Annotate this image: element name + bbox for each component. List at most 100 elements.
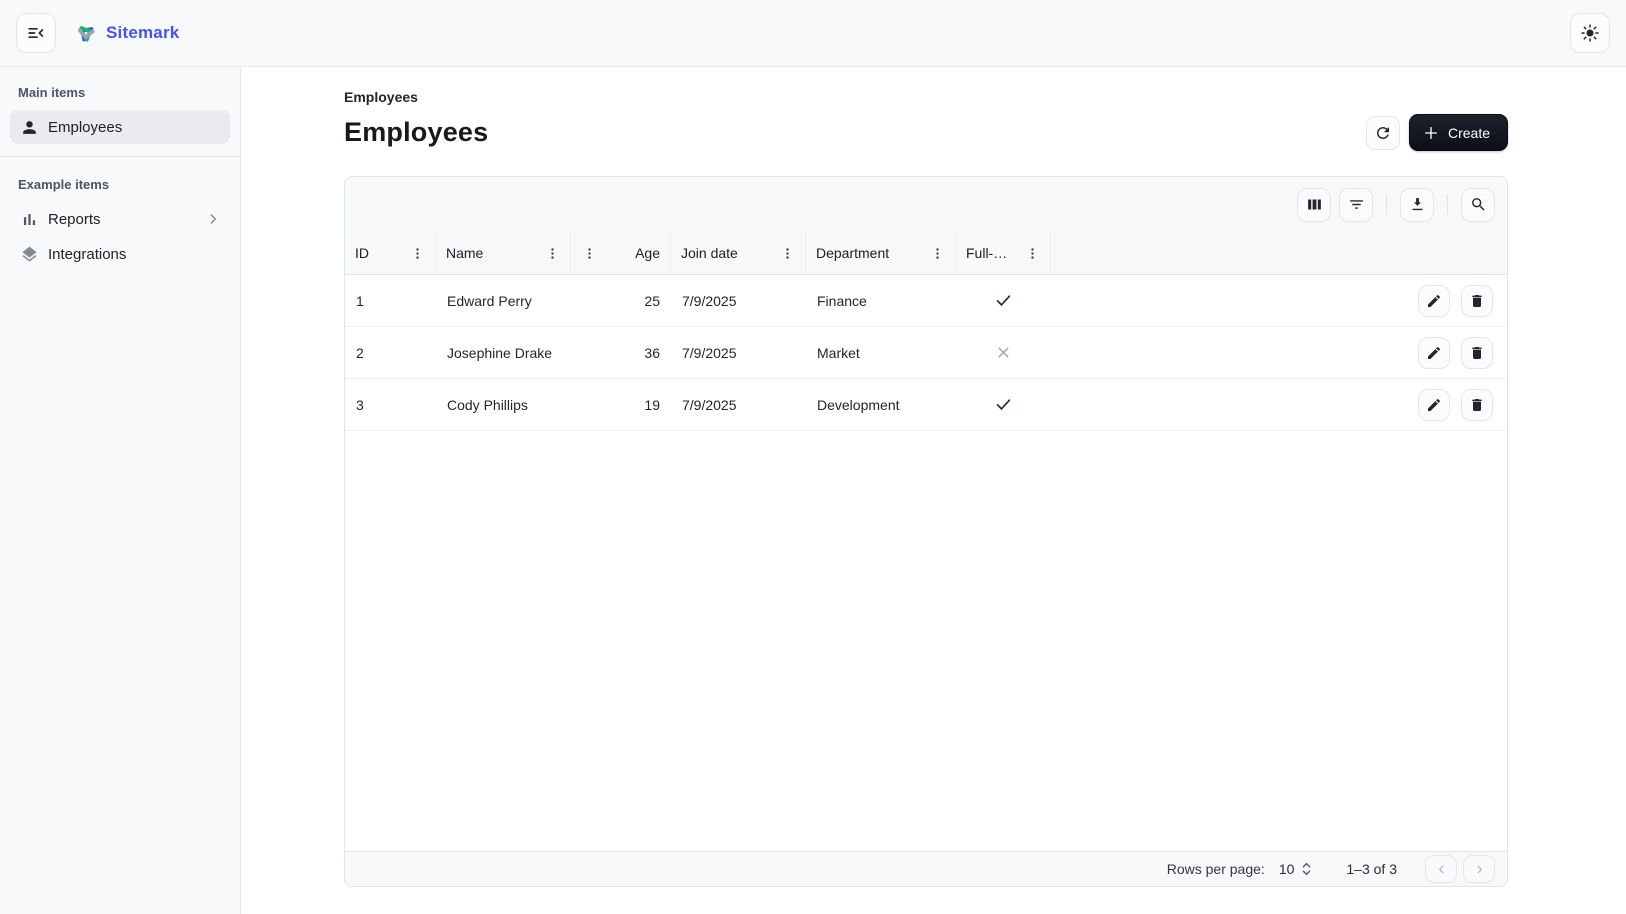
cell-join-date: 7/9/2025: [671, 379, 806, 430]
brand: Sitemark: [73, 20, 179, 46]
toolbar-divider: [1386, 195, 1387, 215]
previous-page-button[interactable]: [1425, 855, 1457, 883]
columns-icon: [1306, 196, 1323, 213]
export-button[interactable]: [1400, 188, 1434, 222]
person-icon: [20, 118, 39, 137]
columns-button[interactable]: [1297, 188, 1331, 222]
column-menu-icon[interactable]: [1024, 245, 1040, 261]
cell-join-date: 7/9/2025: [671, 327, 806, 378]
sun-icon: [1580, 23, 1600, 43]
check-icon: [994, 291, 1013, 310]
sidebar-item-integrations[interactable]: Integrations: [10, 237, 230, 271]
layers-icon: [20, 245, 39, 264]
main-content: Employees Employees: [241, 67, 1626, 914]
cell-name: Cody Phillips: [436, 379, 571, 430]
search-button[interactable]: [1461, 188, 1495, 222]
breadcrumb: Employees: [344, 89, 1508, 105]
pagination-range: 1–3 of 3: [1346, 861, 1397, 877]
cell-name: Edward Perry: [436, 275, 571, 326]
column-menu-icon[interactable]: [581, 245, 597, 261]
cell-actions: [1051, 275, 1507, 326]
delete-button[interactable]: [1461, 389, 1493, 421]
cell-department: Development: [806, 379, 956, 430]
column-header-label: Join date: [681, 245, 738, 261]
column-header-full-time[interactable]: Full-…: [956, 232, 1051, 274]
cell-id: 1: [345, 275, 436, 326]
cell-department: Market: [806, 327, 956, 378]
cell-full-time: [956, 379, 1051, 430]
theme-toggle-button[interactable]: [1570, 13, 1610, 53]
column-header-department[interactable]: Department: [806, 232, 956, 274]
spinner-icon: [1301, 861, 1312, 877]
cross-icon: [995, 344, 1012, 361]
column-header-label: Full-…: [966, 245, 1007, 261]
column-menu-icon[interactable]: [929, 245, 945, 261]
check-icon: [994, 395, 1013, 414]
table-row[interactable]: 2 Josephine Drake 36 7/9/2025 Market: [345, 327, 1507, 379]
table-row[interactable]: 1 Edward Perry 25 7/9/2025 Finance: [345, 275, 1507, 327]
sidebar-item-reports[interactable]: Reports: [10, 202, 230, 236]
column-header-name[interactable]: Name: [436, 232, 571, 274]
grid-header-row: ID Name: [345, 232, 1507, 275]
menu-toggle-button[interactable]: [16, 13, 56, 53]
edit-button[interactable]: [1418, 337, 1450, 369]
edit-button[interactable]: [1418, 285, 1450, 317]
column-menu-icon[interactable]: [409, 245, 425, 261]
sidebar-item-employees[interactable]: Employees: [10, 110, 230, 144]
refresh-icon: [1374, 124, 1392, 142]
search-icon: [1470, 196, 1487, 213]
cell-join-date: 7/9/2025: [671, 275, 806, 326]
trash-icon: [1469, 397, 1485, 413]
download-icon: [1409, 196, 1426, 213]
sidebar-item-label: Reports: [48, 211, 101, 228]
next-page-button[interactable]: [1463, 855, 1495, 883]
cell-age: 25: [571, 275, 671, 326]
cell-department: Finance: [806, 275, 956, 326]
cell-id: 3: [345, 379, 436, 430]
column-menu-icon[interactable]: [544, 245, 560, 261]
column-header-label: Age: [635, 245, 660, 261]
cell-age: 36: [571, 327, 671, 378]
app-root: Sitemark Main items: [0, 0, 1626, 914]
delete-button[interactable]: [1461, 337, 1493, 369]
filter-button[interactable]: [1339, 188, 1373, 222]
rows-per-page-label: Rows per page:: [1167, 861, 1265, 877]
column-header-join-date[interactable]: Join date: [671, 232, 806, 274]
cell-id: 2: [345, 327, 436, 378]
sidebar-item-label: Employees: [48, 119, 122, 136]
delete-button[interactable]: [1461, 285, 1493, 317]
column-header-actions: [1051, 232, 1507, 274]
cell-actions: [1051, 379, 1507, 430]
create-button[interactable]: Create: [1409, 114, 1508, 151]
trash-icon: [1469, 293, 1485, 309]
column-menu-icon[interactable]: [779, 245, 795, 261]
column-header-age[interactable]: Age: [571, 232, 671, 274]
sitemark-logo-icon: [73, 20, 99, 46]
refresh-button[interactable]: [1366, 116, 1400, 150]
sidebar-divider: [0, 156, 240, 157]
toolbar-divider: [1447, 195, 1448, 215]
sidebar: Main items Employees Example items Repor: [0, 67, 241, 914]
grid-empty-area: [345, 431, 1507, 851]
rows-per-page-value: 10: [1279, 861, 1295, 877]
cell-actions: [1051, 327, 1507, 378]
pencil-icon: [1426, 293, 1442, 309]
cell-age: 19: [571, 379, 671, 430]
menu-open-icon: [26, 23, 46, 43]
brand-name: Sitemark: [106, 23, 179, 43]
rows-per-page-select[interactable]: 10: [1279, 861, 1313, 877]
cell-name: Josephine Drake: [436, 327, 571, 378]
column-header-id[interactable]: ID: [345, 232, 436, 274]
cell-full-time: [956, 327, 1051, 378]
grid-footer: Rows per page: 10 1–3 of 3: [345, 851, 1507, 886]
bar-chart-icon: [20, 210, 39, 229]
column-header-label: ID: [355, 245, 369, 261]
cell-full-time: [956, 275, 1051, 326]
plus-icon: [1423, 125, 1439, 141]
edit-button[interactable]: [1418, 389, 1450, 421]
filter-icon: [1348, 196, 1365, 213]
table-row[interactable]: 3 Cody Phillips 19 7/9/2025 Development: [345, 379, 1507, 431]
chevron-left-icon: [1435, 863, 1448, 876]
grid-toolbar: [345, 177, 1507, 232]
sidebar-section-main-items: Main items: [0, 77, 240, 109]
